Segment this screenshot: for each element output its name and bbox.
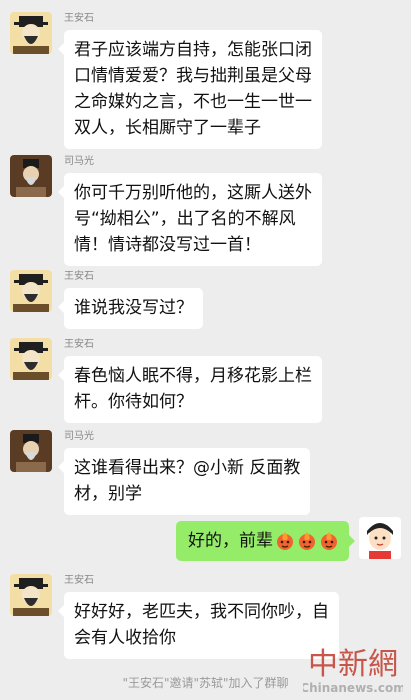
message-bubble[interactable]: 君子应该端方自持，怎能张口闭 口情情爱爱？我与拙荆虽是父母 之命媒妁之言，不也一… — [58, 30, 322, 149]
sender-name: 司马光 — [64, 431, 94, 442]
avatar-wang-anshi[interactable] — [10, 270, 52, 312]
message-bubble[interactable]: 这谁看得出来？@小新 反面教 材，别学 — [57, 448, 311, 515]
avatar-sima-guang[interactable] — [10, 430, 52, 472]
avatar-sima-guang[interactable] — [10, 155, 52, 197]
message-bubble[interactable]: 谁说我没写过？ — [58, 288, 203, 329]
message-bubble[interactable]: 春色恼人眠不得，月移花影上栏 杆。你待如何？ — [58, 356, 322, 423]
sender-name: 司马光 — [64, 156, 94, 167]
sender-name: 王安石 — [64, 339, 94, 350]
sender-name: 王安石 — [64, 271, 94, 282]
fire-face-icon — [319, 531, 339, 551]
fire-face-icon — [275, 531, 295, 551]
watermark-en: Chinanews.com — [303, 681, 403, 695]
avatar-wang-anshi[interactable] — [10, 12, 52, 54]
sender-name: 王安石 — [64, 575, 94, 586]
my-message-bubble[interactable]: 好的，前辈 — [176, 521, 355, 561]
watermark-logo: 中新網 Chinanews.com — [303, 640, 403, 696]
avatar-me[interactable] — [359, 517, 401, 559]
fire-face-icon — [297, 531, 317, 551]
message-bubble[interactable]: 好好好，老匹夫，我不同你吵，自 会有人收拾你 — [58, 592, 339, 659]
avatar-wang-anshi[interactable] — [10, 574, 52, 616]
watermark-cn: 中新網 — [308, 647, 398, 682]
my-message-text: 好的，前辈 — [188, 531, 273, 551]
sender-name: 王安石 — [64, 13, 94, 24]
message-bubble[interactable]: 你可千万别听他的，这厮人送外 号“拗相公”，出了名的不解风 情！情诗都没写过一首… — [58, 173, 322, 266]
chat-window: 王安石 君子应该端方自持，怎能张口闭 口情情爱爱？我与拙荆虽是父母 之命媒妁之言… — [0, 0, 411, 700]
avatar-wang-anshi[interactable] — [10, 338, 52, 380]
